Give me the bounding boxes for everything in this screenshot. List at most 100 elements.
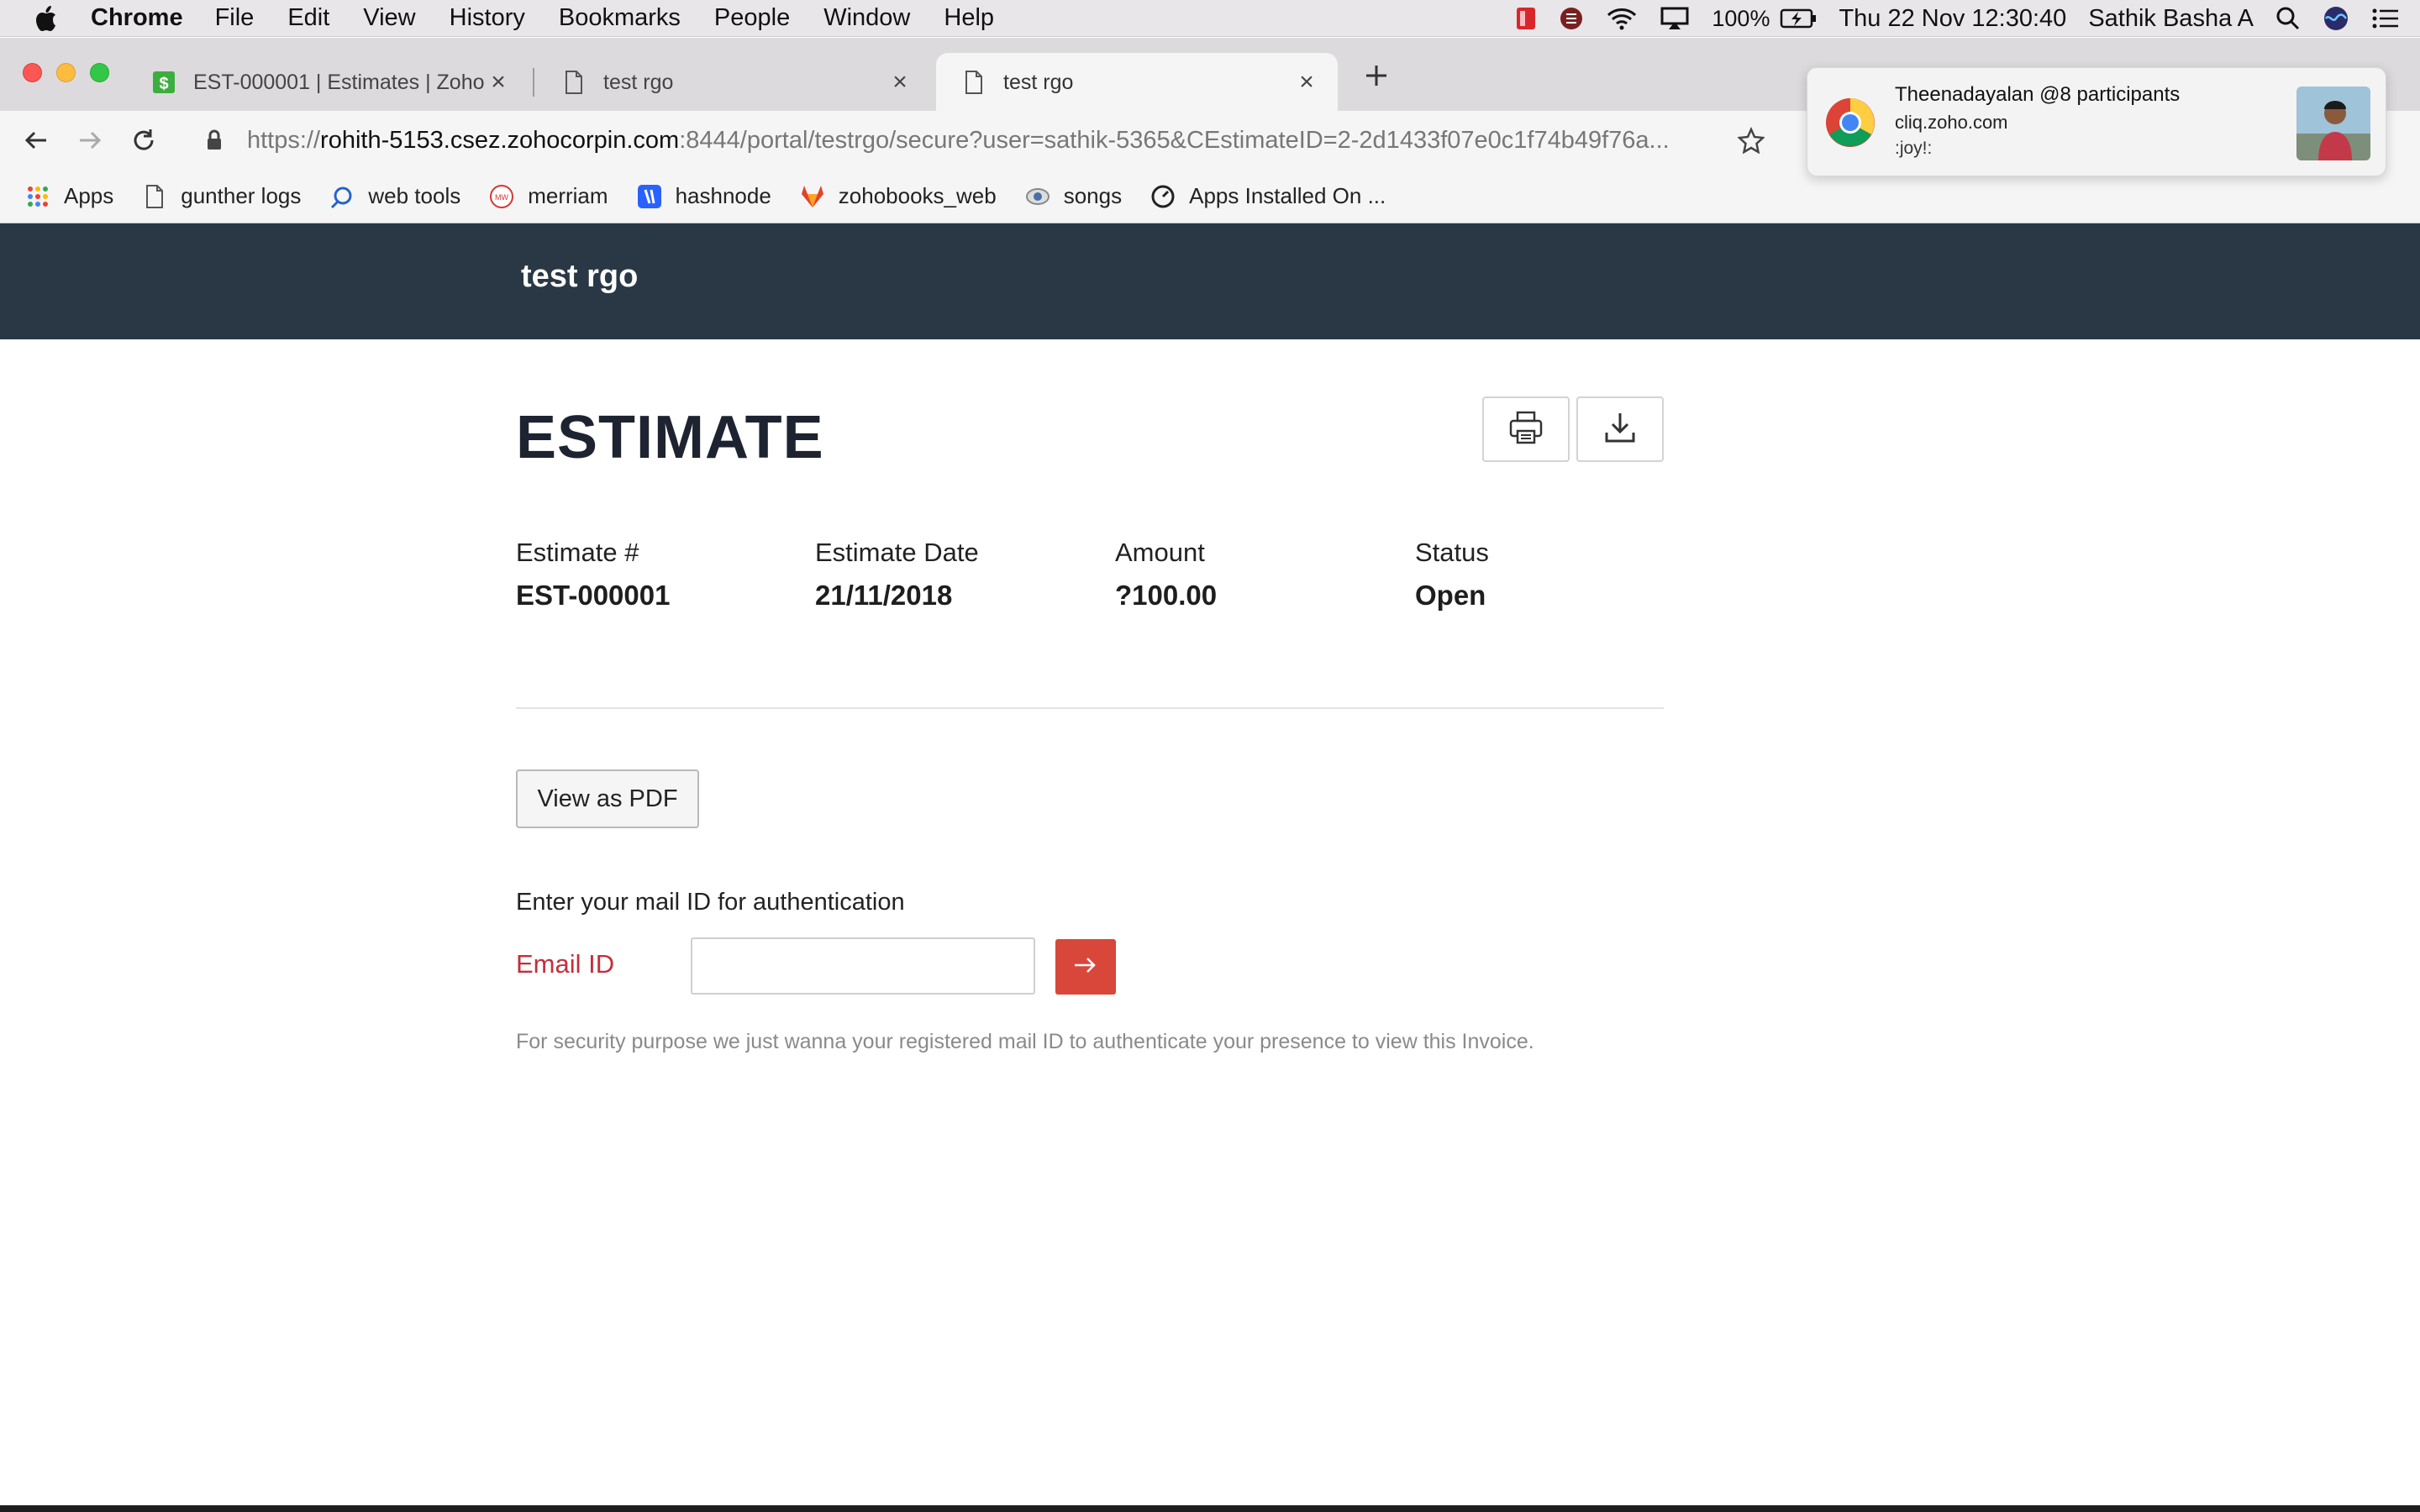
estimate-page: ESTIMATE Estimate # EST-000001 Estimate …	[0, 339, 2420, 1509]
menu-view[interactable]: View	[363, 4, 415, 32]
view-as-pdf-button[interactable]: View as PDF	[516, 769, 699, 828]
download-icon	[1602, 409, 1639, 450]
bookmark-songs[interactable]: songs	[1025, 183, 1122, 209]
tab-test-rgo-active[interactable]: test rgo ×	[936, 53, 1338, 112]
estimate-number-value: EST-000001	[516, 580, 671, 611]
bookmark-label: Apps Installed On ...	[1189, 183, 1386, 208]
tab-title: EST-000001 | Estimates | Zoho	[193, 70, 485, 94]
menu-file[interactable]: File	[215, 4, 255, 32]
red-app-tray-icon[interactable]	[1515, 6, 1537, 31]
notification-source: cliq.zoho.com	[1895, 112, 2008, 133]
bookmark-merriam[interactable]: MW merriam	[489, 183, 608, 209]
window-minimize-button[interactable]	[56, 63, 76, 82]
menu-history[interactable]: History	[450, 4, 525, 32]
bookmark-label: hashnode	[675, 183, 771, 208]
clock[interactable]: Thu 22 Nov 12:30:40	[1839, 5, 2066, 33]
bookmark-label: web tools	[368, 183, 461, 208]
shield-tray-icon[interactable]	[1559, 6, 1584, 31]
apps-grid-icon	[25, 184, 50, 209]
tab-close-icon[interactable]: ×	[486, 68, 511, 96]
amount-label: Amount	[1115, 538, 1205, 567]
bottom-edge	[0, 1505, 2420, 1512]
sender-avatar	[2296, 87, 2370, 160]
bookmark-web-tools[interactable]: web tools	[329, 183, 460, 209]
gauge-icon	[1150, 184, 1176, 209]
notification-center-icon[interactable]	[2371, 7, 2400, 30]
notification-title: Theenadayalan @8 participants	[1895, 83, 2181, 106]
lock-icon[interactable]	[202, 128, 227, 153]
estimate-number-field: Estimate # EST-000001	[516, 538, 670, 612]
battery-percent: 100%	[1712, 5, 1770, 31]
bookmarks-bar: Apps gunther logs web tools MW merriam h…	[0, 170, 2420, 223]
page-title: ESTIMATE	[516, 404, 824, 471]
amount-value: ?100.00	[1115, 580, 1218, 611]
spotlight-search-icon[interactable]	[2275, 6, 2301, 31]
url-text[interactable]: https://rohith-5153.csez.zohocorpin.com:…	[247, 127, 1778, 155]
gitlab-icon	[800, 184, 825, 209]
page-icon	[961, 70, 986, 95]
forward-arrow-icon[interactable]	[72, 123, 108, 158]
bookmark-label: gunther logs	[181, 183, 302, 208]
bookmark-label: merriam	[528, 183, 608, 208]
battery-icon[interactable]	[1780, 8, 1817, 29]
user-name[interactable]: Sathik Basha A	[2088, 5, 2254, 33]
estimate-date-value: 21/11/2018	[815, 580, 953, 611]
siri-icon[interactable]	[2323, 5, 2349, 32]
menu-app-name[interactable]: Chrome	[91, 4, 183, 32]
estimate-date-field: Estimate Date 21/11/2018	[815, 538, 979, 612]
airplay-icon[interactable]	[1660, 6, 1690, 31]
email-label: Email ID	[516, 949, 615, 979]
web-tools-icon	[329, 184, 355, 209]
apple-logo-icon[interactable]	[32, 4, 60, 33]
wifi-icon[interactable]	[1606, 6, 1638, 31]
portal-brand[interactable]: test rgo	[521, 259, 638, 295]
menu-window[interactable]: Window	[823, 4, 910, 32]
svg-text:MW: MW	[495, 193, 508, 202]
menu-people[interactable]: People	[714, 4, 790, 32]
tab-test-rgo-1[interactable]: test rgo ×	[536, 53, 931, 112]
chrome-notification[interactable]: Theenadayalan @8 participants cliq.zoho.…	[1807, 67, 2386, 176]
submit-email-button[interactable]	[1055, 939, 1116, 995]
status-label: Status	[1415, 538, 1489, 567]
macos-menu-bar: Chrome File Edit View History Bookmarks …	[0, 0, 2420, 37]
zoho-books-icon: $	[151, 70, 176, 95]
bookmark-apps-installed[interactable]: Apps Installed On ...	[1150, 183, 1386, 209]
menu-bookmarks[interactable]: Bookmarks	[559, 4, 681, 32]
bookmark-apps[interactable]: Apps	[25, 183, 113, 209]
tab-title: test rgo	[1003, 70, 1074, 94]
tab-close-icon[interactable]: ×	[887, 68, 913, 96]
menu-edit[interactable]: Edit	[287, 4, 329, 32]
bookmark-label: zohobooks_web	[838, 183, 997, 208]
bookmark-hashnode[interactable]: hashnode	[637, 183, 771, 209]
merriam-icon: MW	[489, 184, 514, 209]
reload-icon[interactable]	[126, 123, 161, 158]
new-tab-plus-icon[interactable]	[1360, 59, 1393, 92]
security-note: For security purpose we just wanna your …	[516, 1030, 1534, 1053]
page-icon	[142, 184, 167, 209]
tab-close-icon[interactable]: ×	[1294, 68, 1319, 96]
bookmark-gunther-logs[interactable]: gunther logs	[142, 183, 301, 209]
window-zoom-button[interactable]	[90, 63, 109, 82]
bookmark-zohobooks-web[interactable]: zohobooks_web	[800, 183, 997, 209]
arrow-right-icon	[1073, 956, 1098, 979]
tab-estimates-zoho[interactable]: $ EST-000001 | Estimates | Zoho ×	[126, 53, 529, 112]
address-bar[interactable]: https://rohith-5153.csez.zohocorpin.com:…	[182, 118, 1778, 163]
menu-help[interactable]: Help	[944, 4, 994, 32]
status-value: Open	[1415, 580, 1486, 611]
bookmark-label: songs	[1063, 183, 1123, 208]
print-button[interactable]	[1482, 396, 1570, 462]
amount-field: Amount ?100.00	[1115, 538, 1217, 612]
section-divider	[516, 707, 1664, 709]
bookmark-star-icon[interactable]	[1733, 123, 1769, 158]
portal-header: test rgo	[0, 223, 2420, 339]
status-field: Status Open	[1415, 538, 1489, 612]
estimate-date-label: Estimate Date	[815, 538, 979, 567]
window-close-button[interactable]	[23, 63, 42, 82]
svg-text:$: $	[159, 75, 168, 93]
email-input[interactable]	[691, 937, 1035, 995]
back-arrow-icon[interactable]	[18, 123, 54, 158]
url-path: :8444/portal/testrgo/secure?user=sathik-…	[679, 126, 1670, 154]
download-button[interactable]	[1576, 396, 1664, 462]
page-icon	[561, 70, 587, 95]
tab-title: test rgo	[603, 70, 674, 94]
